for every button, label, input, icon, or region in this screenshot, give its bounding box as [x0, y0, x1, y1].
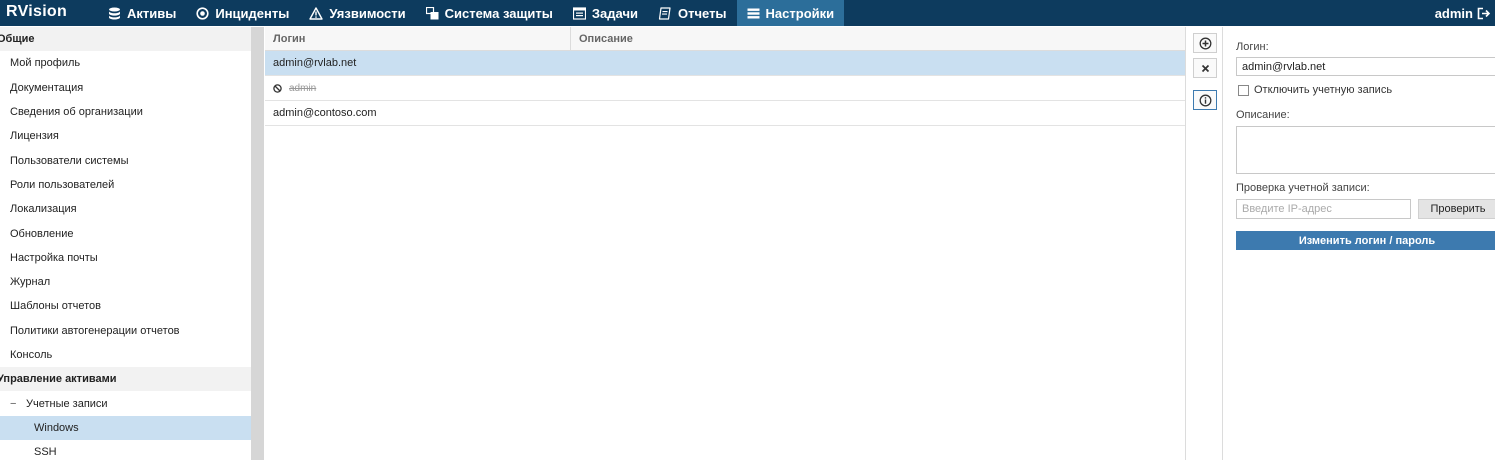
login-label: Логин:: [1236, 41, 1269, 53]
main-nav: Активы Инциденты Уязвимости Система защи…: [98, 0, 845, 26]
disable-account-checkbox[interactable]: [1238, 84, 1249, 96]
table-row[interactable]: admin@rvlab.net: [265, 51, 1185, 76]
nav-item-settings[interactable]: Настройки: [736, 0, 845, 26]
sidebar-group-asset-management[interactable]: Управление активами: [0, 367, 251, 392]
sidebar-item-label: Журнал: [10, 276, 51, 289]
column-label: Логин: [273, 32, 306, 45]
sidebar-item-label: Windows: [34, 421, 79, 434]
nav-item-protection-system[interactable]: Система защиты: [416, 0, 563, 26]
nav-item-tasks[interactable]: Задачи: [563, 0, 648, 26]
top-navigation-bar: RVision Активы Инциденты Уязвимости Сист…: [0, 0, 1495, 26]
row-toolbar: [1187, 27, 1223, 460]
warning-icon: [309, 6, 324, 20]
description-label: Описание:: [1236, 109, 1290, 121]
sidebar-item-label: Пользователи системы: [10, 154, 129, 167]
disable-account-row[interactable]: Отключить учетную запись: [1236, 84, 1392, 96]
collapse-minus-icon[interactable]: −: [10, 398, 26, 410]
table-row[interactable]: admin@contoso.com: [265, 101, 1185, 126]
check-button[interactable]: Проверить: [1418, 199, 1495, 219]
app-logo[interactable]: RVision: [6, 2, 67, 22]
add-button[interactable]: [1193, 33, 1217, 53]
sidebar-item-update[interactable]: Обновление: [0, 221, 251, 245]
table-header: Логин Описание: [265, 27, 1185, 51]
sidebar-item-license[interactable]: Лицензия: [0, 124, 251, 148]
close-icon: [1201, 64, 1209, 72]
windows-icon: [425, 6, 439, 19]
sidebar-item-mail-settings[interactable]: Настройка почты: [0, 246, 251, 270]
sidebar-item-label: Консоль: [10, 349, 53, 361]
sidebar-item-my-profile[interactable]: Мой профиль: [0, 51, 251, 75]
sidebar-item-documentation[interactable]: Документация: [0, 76, 251, 100]
sidebar-item-label: SSH: [34, 446, 57, 459]
sidebar-item-accounts[interactable]: − Учетные записи: [0, 391, 251, 415]
logout-icon[interactable]: [1477, 7, 1491, 20]
sidebar-group-general[interactable]: Общие: [0, 27, 251, 52]
sidebar-item-label: Обновление: [10, 227, 74, 240]
nav-label: Уязвимости: [329, 5, 406, 21]
sidebar-item-label: Политики автогенерации отчетов: [10, 324, 180, 337]
username: admin: [1434, 5, 1473, 21]
sidebar-group-label: Общие: [0, 33, 35, 46]
sidebar-item-journal[interactable]: Журнал: [0, 270, 251, 294]
nav-label: Задачи: [591, 5, 638, 21]
nav-label: Активы: [127, 5, 177, 21]
sidebar-item-report-templates[interactable]: Шаблоны отчетов: [0, 294, 251, 318]
accounts-table: Логин Описание admin@rvlab.net admin adm…: [265, 27, 1186, 460]
tasks-icon: [572, 6, 586, 20]
nav-label: Настройки: [765, 5, 835, 21]
sidebar-group-label: Управление активами: [0, 373, 117, 386]
sidebar-item-label: Настройка почты: [10, 251, 98, 264]
delete-button[interactable]: [1193, 58, 1217, 78]
disabled-icon: [273, 83, 282, 93]
cell-login: admin: [289, 82, 317, 94]
sidebar-item-windows[interactable]: Windows: [0, 415, 251, 441]
sidebar-item-label: Учетные записи: [26, 397, 108, 410]
info-button[interactable]: [1193, 90, 1217, 110]
sidebar-item-label: Лицензия: [10, 130, 59, 143]
nav-label: Отчеты: [677, 5, 727, 21]
nav-item-incidents[interactable]: Инциденты: [186, 0, 299, 26]
sidebar-item-organization[interactable]: Сведения об организации: [0, 100, 251, 124]
check-account-label: Проверка учетной записи:: [1236, 182, 1370, 194]
sidebar-item-user-roles[interactable]: Роли пользователей: [0, 173, 251, 197]
nav-label: Инциденты: [215, 5, 290, 21]
sidebar-item-system-users[interactable]: Пользователи системы: [0, 148, 251, 172]
column-label: Описание: [579, 32, 633, 45]
sidebar-item-report-policies[interactable]: Политики автогенерации отчетов: [0, 319, 251, 343]
sidebar-item-console[interactable]: Консоль: [0, 343, 251, 367]
sidebar-item-localization[interactable]: Локализация: [0, 197, 251, 221]
sidebar-item-label: Документация: [10, 81, 84, 94]
sidebar-item-label: Локализация: [10, 203, 77, 216]
column-header-description[interactable]: Описание: [571, 27, 1185, 50]
nav-item-reports[interactable]: Отчеты: [648, 0, 737, 26]
account-details-panel: Логин: Отключить учетную запись Описание…: [1224, 27, 1495, 460]
sidebar-scrollbar[interactable]: [251, 27, 264, 460]
cell-login: admin@contoso.com: [273, 107, 377, 119]
sidebar-item-label: Мой профиль: [10, 57, 81, 70]
nav-item-assets[interactable]: Активы: [98, 0, 186, 26]
sidebar-item-label: Шаблоны отчетов: [10, 300, 101, 313]
disable-account-label: Отключить учетную запись: [1254, 84, 1393, 96]
login-input[interactable]: [1236, 57, 1495, 76]
table-row[interactable]: admin: [265, 76, 1185, 101]
nav-label: Система защиты: [444, 5, 553, 21]
nav-item-vulnerabilities[interactable]: Уязвимости: [299, 0, 415, 26]
user-menu[interactable]: admin: [1435, 0, 1491, 26]
database-icon: [109, 7, 120, 19]
settings-sidebar: Общие Мой профиль Документация Сведения …: [0, 27, 251, 460]
add-circle-icon: [1199, 37, 1211, 49]
target-icon: [196, 6, 209, 20]
ip-address-input[interactable]: [1236, 199, 1411, 219]
sidebar-item-ssh[interactable]: SSH: [0, 440, 251, 460]
cell-login: admin@rvlab.net: [273, 57, 357, 69]
reports-icon: [658, 6, 671, 20]
info-icon: [1199, 94, 1211, 106]
sidebar-item-label: Роли пользователей: [10, 178, 115, 191]
sidebar-item-label: Сведения об организации: [10, 106, 143, 119]
description-textarea[interactable]: [1236, 126, 1495, 174]
column-header-login[interactable]: Логин: [265, 27, 571, 50]
settings-list-icon: [747, 8, 760, 18]
change-login-password-button[interactable]: Изменить логин / пароль: [1236, 231, 1495, 250]
